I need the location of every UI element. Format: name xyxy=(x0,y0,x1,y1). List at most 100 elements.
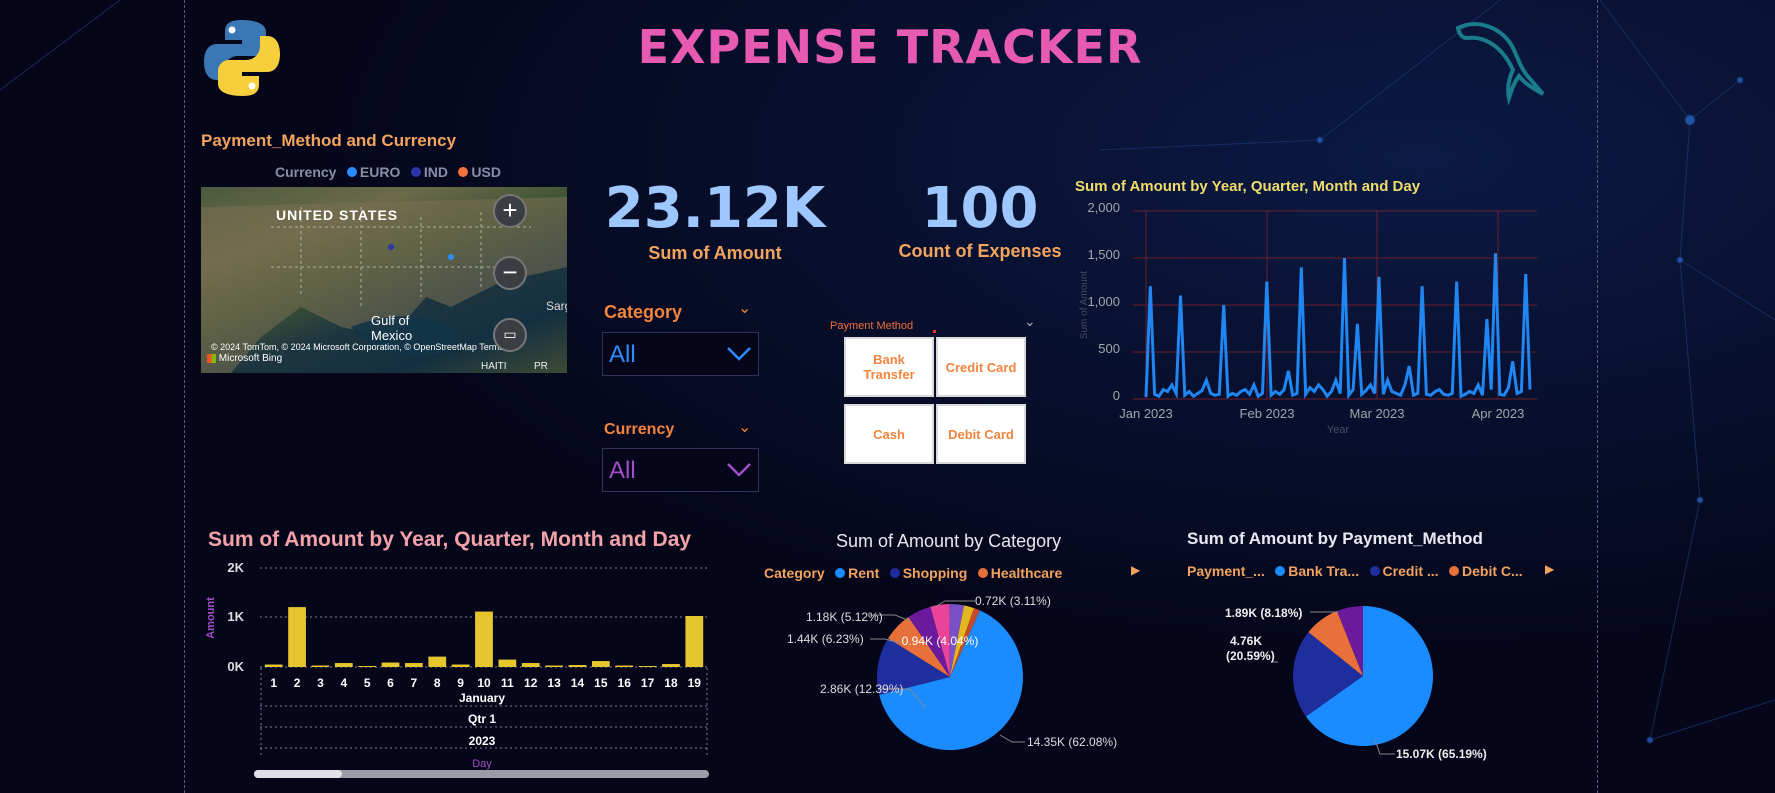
pie-cat-data-label: 1.18K (5.12%) xyxy=(806,610,883,624)
pie-payment-chart[interactable]: 1.89K (8.18%) 4.76K (20.59%) 15.07K (65.… xyxy=(1200,590,1560,790)
pie-cat-data-label: 1.44K (6.23%) xyxy=(787,632,864,646)
zoom-in-icon[interactable]: + xyxy=(493,194,527,228)
pie-category-legend-label: Category xyxy=(764,564,825,581)
bar-x-tick: 16 xyxy=(618,676,632,690)
bar[interactable] xyxy=(311,665,330,667)
map-visual[interactable]: UNITED STATES Gulf of Mexico Sarg HAITI … xyxy=(201,187,567,373)
kpi-sum-amount-value: 23.12K xyxy=(604,176,826,241)
payment-tile-debit-card[interactable]: Debit Card xyxy=(936,404,1026,464)
chevron-down-icon[interactable]: ⌄ xyxy=(738,417,751,437)
bar[interactable] xyxy=(428,656,447,667)
bar-x-tick: 11 xyxy=(501,676,514,690)
pie-cat-data-label: 2.86K (12.39%) xyxy=(820,682,903,696)
legend-rent: Rent xyxy=(848,564,880,581)
pie-category-title: Sum of Amount by Category xyxy=(836,531,1062,551)
bar-x-tick: 12 xyxy=(524,676,538,690)
page-title: EXPENSE TRACKER xyxy=(637,20,1143,74)
legend-dot-rent xyxy=(835,567,846,578)
page-border-right xyxy=(1597,0,1598,793)
map-label-sarg: Sarg xyxy=(546,299,567,313)
line-series xyxy=(1144,253,1532,400)
bar[interactable] xyxy=(615,665,634,667)
legend-debit-card: Debit C... xyxy=(1462,562,1523,579)
bar-x-tick: 4 xyxy=(340,676,347,690)
chevron-down-icon xyxy=(727,347,751,361)
bar[interactable] xyxy=(568,665,587,667)
pie-cat-data-label: 14.35K (62.08%) xyxy=(1027,735,1117,749)
bar[interactable] xyxy=(685,616,704,667)
pie-category-chart[interactable]: 0.72K (3.11%) 1.18K (5.12%) 1.44K (6.23%… xyxy=(760,585,1140,793)
map-label-haiti: HAITI xyxy=(481,361,507,372)
kpi-sum-amount-label: Sum of Amount xyxy=(648,243,782,263)
legend-dot-shopping xyxy=(889,567,900,578)
bar[interactable] xyxy=(475,611,493,667)
bar-x-tick: 2 xyxy=(294,676,301,690)
pie-pay-data-label: (20.59%) xyxy=(1226,649,1275,663)
pie-payment-title: Sum of Amount by Payment_Method xyxy=(1187,529,1483,548)
line-chart-title: Sum of Amount by Year, Quarter, Month an… xyxy=(1075,178,1421,195)
bar[interactable] xyxy=(662,664,680,667)
bar[interactable] xyxy=(521,663,540,667)
line-y-tick: 2,000 xyxy=(1087,200,1120,215)
pie-payment-legend-label: Payment_... xyxy=(1187,562,1265,579)
bar[interactable] xyxy=(638,666,657,667)
bar-x-tick: 7 xyxy=(411,676,418,690)
legend-dot-ind xyxy=(410,166,421,177)
python-logo-icon xyxy=(204,20,280,96)
line-chart[interactable]: Sum of Amount 2,000 1,500 1,000 500 0 Ja… xyxy=(1075,200,1555,440)
payment-tile-bank-transfer[interactable]: Bank Transfer xyxy=(844,337,934,397)
microsoft-logo-icon xyxy=(207,353,216,363)
legend-healthcare: Healthcare xyxy=(990,564,1063,581)
bar[interactable] xyxy=(264,664,283,667)
bar[interactable] xyxy=(451,664,470,667)
pie-cat-data-label: 0.72K (3.11%) xyxy=(975,594,1051,608)
currency-dropdown[interactable]: All xyxy=(602,448,759,492)
map-label-gulf: Gulf of xyxy=(371,313,410,328)
zoom-out-icon[interactable]: − xyxy=(493,256,527,290)
category-dropdown[interactable]: All xyxy=(602,332,759,376)
pie-pay-data-label: 15.07K (65.19%) xyxy=(1396,747,1487,761)
line-x-tick: Jan 2023 xyxy=(1119,406,1173,421)
legend-next-arrow-icon[interactable]: ▶ xyxy=(1131,563,1140,577)
map-attribution[interactable]: © 2024 TomTom, © 2024 Microsoft Corporat… xyxy=(211,342,541,352)
bar[interactable] xyxy=(358,666,377,667)
bar-chart[interactable]: Amount 2K 1K 0K 1 2 3 4 5 6 7 8 9 10 11 12 13 14 15 16 1… xyxy=(200,558,720,788)
page-border-left xyxy=(184,0,185,793)
pie-payment-legend: Payment_... Bank Tra... Credit ... Debit… xyxy=(1187,562,1523,580)
line-y-tick: 1,500 xyxy=(1087,247,1120,262)
bar-x-tick: 15 xyxy=(594,676,608,690)
pie-pay-data-label: 4.76K xyxy=(1230,634,1262,648)
line-x-tick: Mar 2023 xyxy=(1350,406,1405,421)
payment-method-slicer-label: Payment Method xyxy=(830,320,914,332)
bar[interactable] xyxy=(405,663,423,667)
bar[interactable] xyxy=(288,607,306,667)
line-chart-xlabel: Year xyxy=(1327,424,1350,436)
legend-dot-debit-card xyxy=(1449,565,1460,576)
category-dropdown-value: All xyxy=(609,341,636,368)
scrollbar-thumb[interactable] xyxy=(254,770,342,778)
bar[interactable] xyxy=(381,662,400,667)
legend-ind: IND xyxy=(423,163,448,180)
chevron-down-icon[interactable]: ⌄ xyxy=(738,298,751,318)
bar-x-tick: 19 xyxy=(688,676,702,690)
bar[interactable] xyxy=(591,661,610,667)
legend-credit-card: Credit ... xyxy=(1382,562,1439,579)
map-label-country: UNITED STATES xyxy=(276,207,399,223)
line-y-tick: 0 xyxy=(1113,388,1120,403)
kpi-count-expenses-value: 100 xyxy=(921,176,1039,241)
legend-next-arrow-icon[interactable]: ▶ xyxy=(1545,562,1554,576)
bar[interactable] xyxy=(498,659,517,667)
bar[interactable] xyxy=(545,665,563,667)
line-y-tick: 1,000 xyxy=(1087,294,1120,309)
bar-x-tick: 13 xyxy=(547,676,561,690)
currency-slicer-label: Currency xyxy=(604,421,675,438)
select-icon[interactable]: ▭ xyxy=(493,318,527,352)
bing-logo: Microsoft Bing xyxy=(207,353,282,364)
bar-y-tick: 0K xyxy=(227,659,244,674)
payment-tile-credit-card[interactable]: Credit Card xyxy=(936,337,1026,397)
legend-dot-bank-transfer xyxy=(1275,565,1286,576)
bar[interactable] xyxy=(334,663,353,667)
bar-quarter-label: Qtr 1 xyxy=(468,712,496,726)
chevron-down-icon[interactable]: ⌄ xyxy=(1024,313,1036,330)
payment-tile-cash[interactable]: Cash xyxy=(844,404,934,464)
